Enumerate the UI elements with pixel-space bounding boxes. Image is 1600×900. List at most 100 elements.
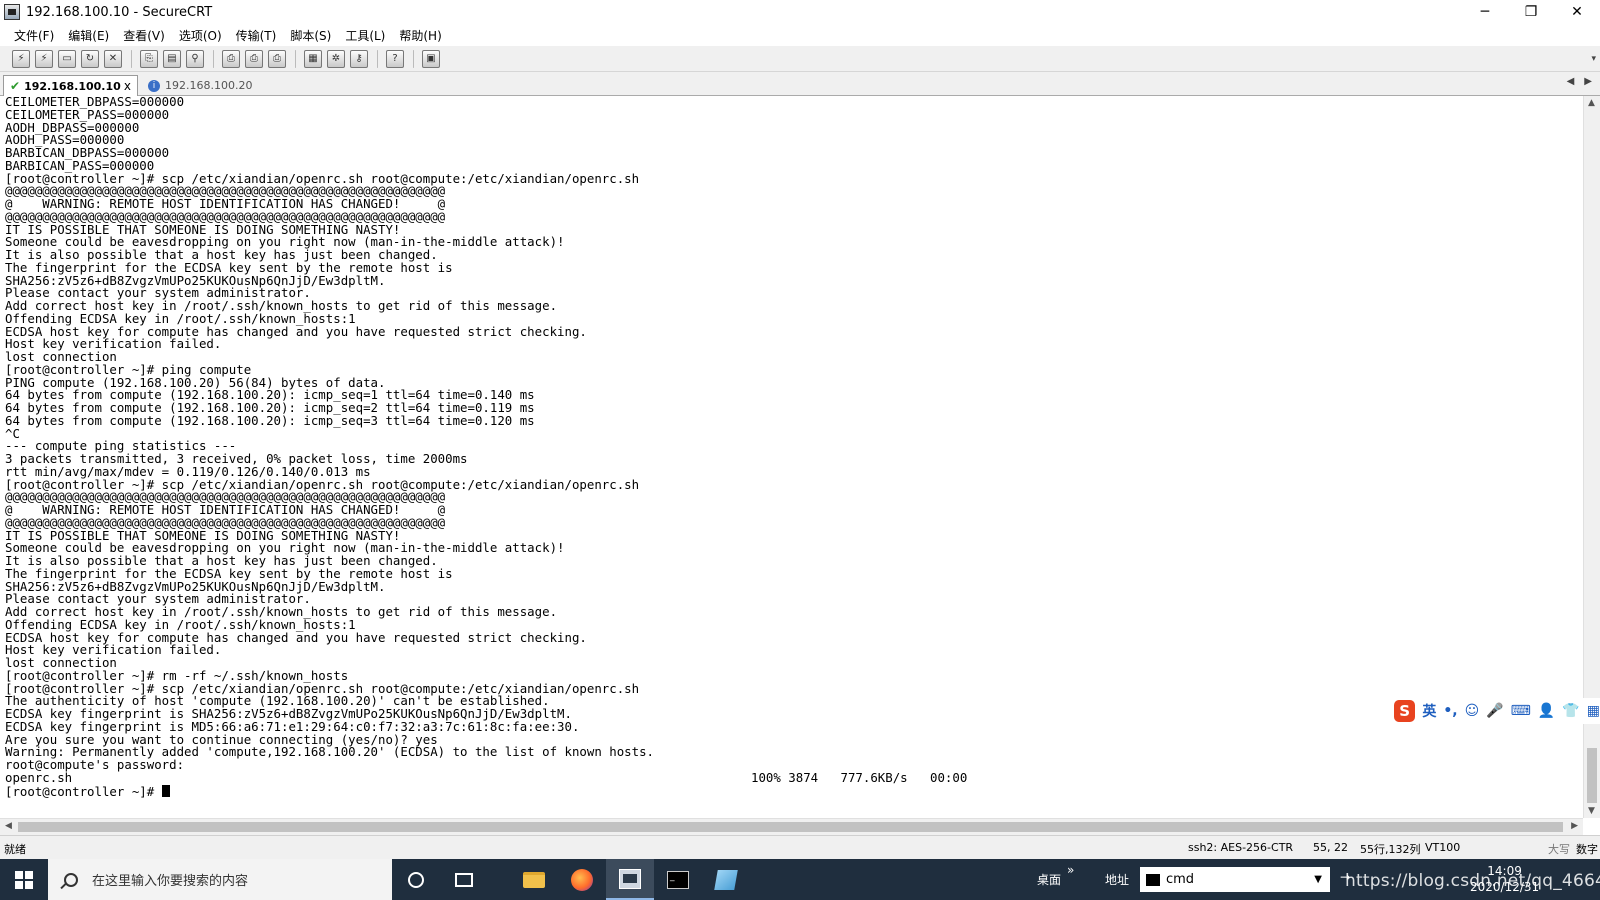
terminal-text: CEILOMETER_DBPASS=000000 CEILOMETER_PASS… bbox=[5, 96, 968, 799]
window-title: 192.168.100.10 - SecureCRT bbox=[26, 4, 213, 20]
status-cursor-position: 55, 22 bbox=[1313, 841, 1348, 854]
print-selection-icon[interactable]: ⎙ bbox=[245, 49, 263, 68]
emoji-icon[interactable]: ☺ bbox=[1465, 703, 1480, 719]
tab-scroll-right-icon[interactable]: ▶ bbox=[1584, 76, 1592, 87]
taskbar-search-box[interactable]: 在这里输入你要搜索的内容 bbox=[48, 859, 392, 900]
restore-button[interactable]: ❐ bbox=[1508, 0, 1554, 24]
disconnect-icon[interactable]: ✕ bbox=[104, 49, 122, 68]
menu-edit[interactable]: 编辑(E) bbox=[68, 27, 109, 44]
status-emulation: VT100 bbox=[1425, 841, 1461, 854]
tab-192-168-100-10[interactable]: ✔ 192.168.100.10 x bbox=[3, 75, 138, 96]
address-toolbar-label: 地址 bbox=[1105, 873, 1130, 887]
menu-view[interactable]: 查看(V) bbox=[123, 27, 165, 44]
copy-icon[interactable]: ⎘ bbox=[140, 49, 158, 68]
address-dropdown-icon[interactable]: ▼ bbox=[1314, 874, 1322, 885]
scroll-right-icon[interactable]: ▶ bbox=[1571, 821, 1578, 831]
toolbar-overflow-icon[interactable]: ▾ bbox=[1591, 54, 1596, 64]
close-button[interactable]: ✕ bbox=[1554, 0, 1600, 24]
tab-192-168-100-20[interactable]: i 192.168.100.20 bbox=[142, 75, 258, 96]
toolbar-separator bbox=[295, 49, 296, 68]
quick-connect-icon[interactable]: ⚡ bbox=[35, 49, 53, 68]
address-input[interactable]: cmd ▼ bbox=[1140, 867, 1330, 892]
skin-icon[interactable]: 👕 bbox=[1562, 703, 1579, 719]
menu-script[interactable]: 脚本(S) bbox=[290, 27, 331, 44]
status-ready: 就绪 bbox=[4, 843, 26, 856]
terminal-taskbar-button[interactable]: _ bbox=[654, 859, 702, 900]
securecrt-taskbar-button[interactable] bbox=[606, 859, 654, 900]
horizontal-scroll-thumb[interactable] bbox=[18, 822, 1563, 832]
securecrt-icon bbox=[619, 868, 641, 889]
firefox-button[interactable] bbox=[558, 859, 606, 900]
scroll-left-icon[interactable]: ◀ bbox=[5, 821, 12, 831]
securecrt-window: 192.168.100.10 - SecureCRT ─ ❐ ✕ 文件(F) 编… bbox=[0, 0, 1600, 900]
help-icon[interactable]: ? bbox=[386, 49, 404, 68]
printer-icon[interactable]: ⎙ bbox=[268, 49, 286, 68]
toolbar-separator bbox=[377, 49, 378, 68]
toolbar-separator bbox=[213, 49, 214, 68]
toolbar: ⚡ ⚡ ▭ ↻ ✕ ⎘ ▤ ⚲ ⎙ ⎙ ⎙ ▦ ✲ ⚷ ? ▣ ▾ bbox=[0, 46, 1600, 72]
windows-taskbar: 在这里输入你要搜索的内容 _ 桌面 » 地址 cmd ▼ → 14:09 202… bbox=[0, 859, 1600, 900]
global-options-icon[interactable]: ✲ bbox=[327, 49, 345, 68]
toolbar-separator bbox=[131, 49, 132, 68]
minimize-button[interactable]: ─ bbox=[1462, 0, 1508, 24]
search-icon bbox=[64, 872, 78, 887]
notebook-app-icon bbox=[714, 869, 738, 890]
connected-check-icon: ✔ bbox=[10, 79, 21, 93]
keyboard-icon[interactable]: ⌨ bbox=[1511, 703, 1531, 719]
folder-icon bbox=[523, 871, 545, 888]
sogou-logo-icon[interactable]: S bbox=[1394, 700, 1416, 722]
menu-help[interactable]: 帮助(H) bbox=[399, 27, 441, 44]
search-placeholder: 在这里输入你要搜索的内容 bbox=[92, 874, 249, 889]
print-icon[interactable]: ⎙ bbox=[222, 49, 240, 68]
connect-icon[interactable]: ⚡ bbox=[12, 49, 30, 68]
scroll-up-icon[interactable]: ▲ bbox=[1588, 98, 1595, 108]
ime-language-toggle[interactable]: 英 bbox=[1422, 701, 1436, 721]
firefox-icon bbox=[571, 868, 593, 891]
menu-transfer[interactable]: 传输(T) bbox=[236, 27, 277, 44]
tab-close-icon[interactable]: x bbox=[124, 79, 131, 93]
punctuation-icon[interactable]: •, bbox=[1443, 703, 1457, 719]
user-icon[interactable]: 👤 bbox=[1538, 703, 1555, 719]
terminal-cursor bbox=[161, 784, 170, 797]
title-bar: 192.168.100.10 - SecureCRT ─ ❐ ✕ bbox=[0, 0, 1600, 24]
tab-label: 192.168.100.10 bbox=[24, 79, 121, 93]
status-cipher: ssh2: AES-256-CTR bbox=[1188, 841, 1294, 854]
start-button[interactable] bbox=[0, 859, 48, 900]
task-view-button[interactable] bbox=[440, 859, 488, 900]
connect-in-tab-icon[interactable]: ▭ bbox=[58, 49, 76, 68]
keymap-icon[interactable]: ⚷ bbox=[350, 49, 368, 68]
notebook-taskbar-button[interactable] bbox=[702, 859, 750, 900]
task-view-icon bbox=[455, 872, 473, 887]
window-controls: ─ ❐ ✕ bbox=[1462, 0, 1600, 24]
find-icon[interactable]: ⚲ bbox=[186, 49, 204, 68]
cortana-button[interactable] bbox=[392, 859, 440, 900]
paste-icon[interactable]: ▤ bbox=[163, 49, 181, 68]
terminal-output[interactable]: CEILOMETER_DBPASS=000000 CEILOMETER_PASS… bbox=[0, 96, 1583, 818]
menu-tools[interactable]: 工具(L) bbox=[345, 27, 385, 44]
toolbox-icon[interactable]: ▦ bbox=[1587, 703, 1600, 719]
ime-toolbar: S 英 •, ☺ 🎤 ⌨ 👤 👕 ▦ bbox=[1390, 698, 1600, 724]
status-bar: 就绪 ssh2: AES-256-CTR 55, 22 55行,132列 VT1… bbox=[0, 835, 1600, 859]
windows-logo-icon bbox=[15, 870, 33, 889]
menu-bar: 文件(F) 编辑(E) 查看(V) 选项(O) 传输(T) 脚本(S) 工具(L… bbox=[0, 24, 1600, 46]
status-terminal-size: 55行,132列 bbox=[1360, 843, 1421, 856]
tab-scroll-left-icon[interactable]: ◀ bbox=[1567, 76, 1575, 87]
vertical-scroll-thumb[interactable] bbox=[1587, 748, 1597, 803]
session-tab-bar: ✔ 192.168.100.10 x i 192.168.100.20 ◀ ▶ bbox=[0, 72, 1600, 96]
horizontal-scrollbar[interactable]: ◀ ▶ bbox=[0, 818, 1583, 835]
desktop-toolbar-label[interactable]: 桌面 bbox=[1037, 871, 1061, 888]
toolbar-separator bbox=[413, 49, 414, 68]
reconnect-icon[interactable]: ↻ bbox=[81, 49, 99, 68]
terminal-icon: _ bbox=[667, 870, 689, 889]
file-explorer-button[interactable] bbox=[510, 859, 558, 900]
desktop-more-icon[interactable]: » bbox=[1067, 863, 1074, 877]
sftp-icon[interactable]: ▣ bbox=[422, 49, 440, 68]
microphone-icon[interactable]: 🎤 bbox=[1486, 703, 1503, 719]
scroll-down-icon[interactable]: ▼ bbox=[1588, 806, 1595, 816]
menu-options[interactable]: 选项(O) bbox=[179, 27, 222, 44]
session-options-icon[interactable]: ▦ bbox=[304, 49, 322, 68]
cmd-icon bbox=[1146, 873, 1160, 886]
securecrt-app-icon[interactable] bbox=[4, 4, 20, 20]
disconnected-info-icon: i bbox=[148, 79, 160, 92]
menu-file[interactable]: 文件(F) bbox=[14, 27, 54, 44]
